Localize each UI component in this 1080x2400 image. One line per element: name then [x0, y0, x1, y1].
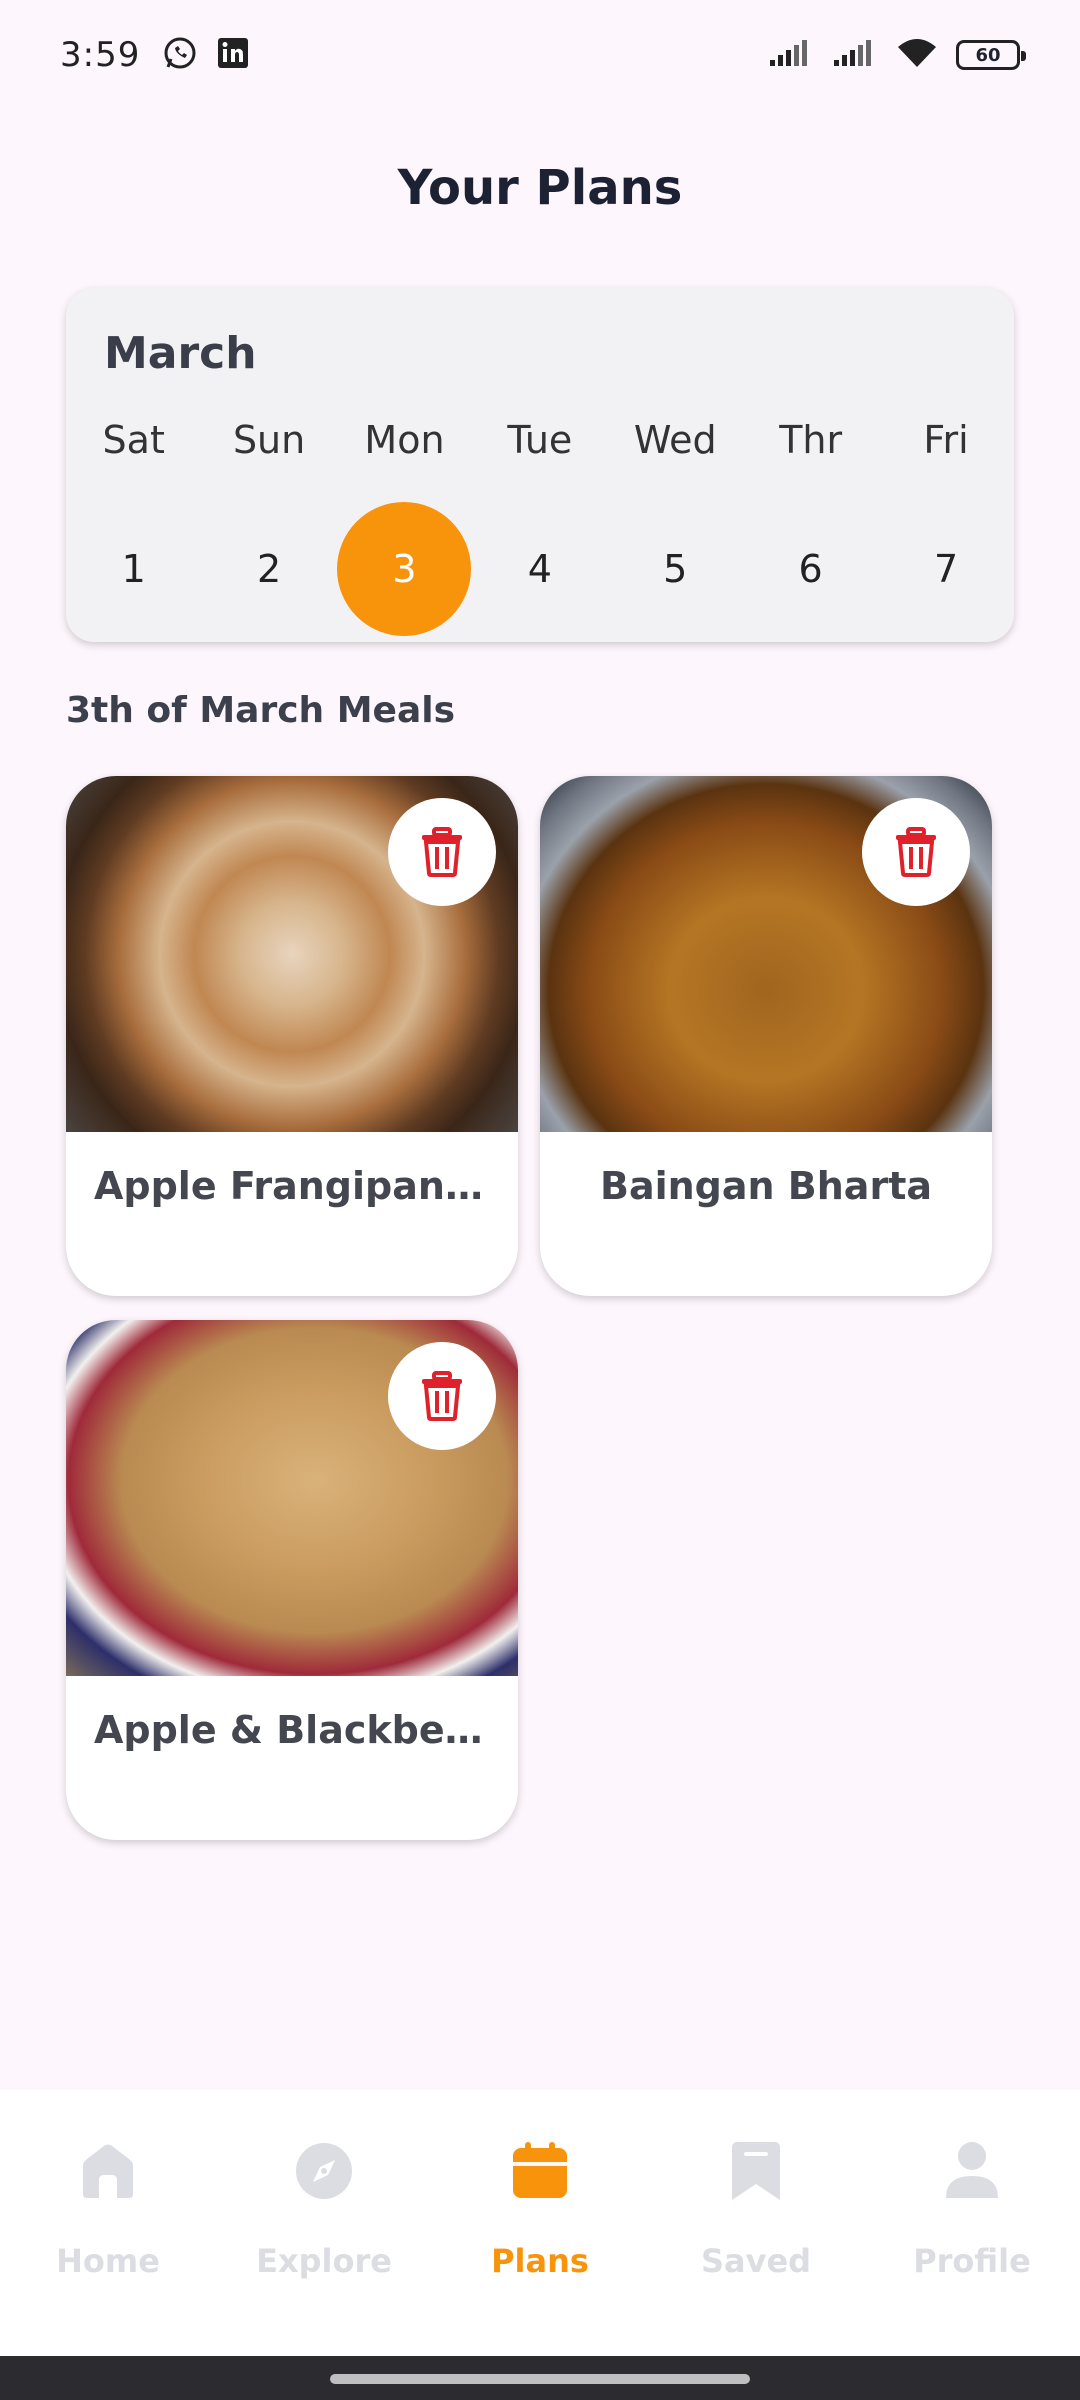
- day-name: Sat: [102, 418, 165, 462]
- meal-title: Apple & Blackberry...: [94, 1708, 518, 1752]
- delete-meal-button[interactable]: [862, 798, 970, 906]
- calendar-day-sat[interactable]: Sat 1: [66, 418, 201, 636]
- nav-label: Saved: [700, 2242, 812, 2280]
- trash-icon: [422, 1371, 462, 1421]
- day-number[interactable]: 4: [473, 502, 607, 636]
- bookmark-icon: [728, 2126, 784, 2216]
- notification-icons: [162, 35, 250, 75]
- nav-item-explore[interactable]: Explore: [216, 2090, 432, 2356]
- day-number[interactable]: 6: [744, 502, 878, 636]
- whatsapp-icon: [162, 35, 198, 75]
- day-number-selected[interactable]: 3: [337, 502, 472, 636]
- day-name: Sun: [232, 418, 306, 462]
- trash-icon: [422, 827, 462, 877]
- meal-card[interactable]: Apple & Blackberry...: [66, 1320, 518, 1840]
- day-number[interactable]: 7: [879, 502, 1013, 636]
- signal-icon: [768, 38, 814, 72]
- calendar-day-wed[interactable]: Wed 5: [608, 418, 743, 636]
- meal-image: [66, 1320, 518, 1676]
- trash-icon: [896, 827, 936, 877]
- calendar-day-fri[interactable]: Fri 7: [878, 418, 1013, 636]
- nav-label: Plans: [491, 2242, 589, 2280]
- calendar-month: March: [104, 328, 257, 379]
- person-icon: [942, 2126, 1002, 2216]
- meal-card[interactable]: Baingan Bharta: [540, 776, 992, 1296]
- day-name: Wed: [633, 418, 717, 462]
- calendar-week: Sat 1 Sun 2 Mon 3 Tue 4 Wed 5 Thr 6 Fri …: [66, 418, 1014, 636]
- day-number[interactable]: 2: [202, 502, 336, 636]
- nav-item-profile[interactable]: Profile: [864, 2090, 1080, 2356]
- meal-image: [540, 776, 992, 1132]
- signal-icon-2: [832, 38, 878, 72]
- nav-label: Home: [56, 2242, 160, 2280]
- status-time: 3:59: [60, 35, 141, 75]
- meals-heading: 3th of March Meals: [66, 690, 456, 731]
- calendar-day-tue[interactable]: Tue 4: [472, 418, 607, 636]
- nav-label: Explore: [256, 2242, 392, 2280]
- day-name: Fri: [923, 418, 969, 462]
- day-number[interactable]: 1: [67, 502, 201, 636]
- delete-meal-button[interactable]: [388, 798, 496, 906]
- status-bar: 3:59 60: [0, 0, 1080, 110]
- calendar-day-thr[interactable]: Thr 6: [743, 418, 878, 636]
- day-name: Thr: [779, 418, 843, 462]
- calendar-day-sun[interactable]: Sun 2: [201, 418, 336, 636]
- day-name: Mon: [364, 418, 445, 462]
- nav-label: Profile: [913, 2242, 1031, 2280]
- meal-card[interactable]: Apple Frangipan T...: [66, 776, 518, 1296]
- meal-title: Baingan Bharta: [599, 1164, 933, 1208]
- page-title: Your Plans: [397, 160, 683, 216]
- calendar-icon: [509, 2126, 571, 2216]
- linkedin-icon: [216, 36, 250, 74]
- wifi-icon: [896, 37, 938, 73]
- nav-item-home[interactable]: Home: [0, 2090, 216, 2356]
- system-navigation-bar: [0, 2356, 1080, 2400]
- compass-icon: [293, 2126, 355, 2216]
- home-icon: [77, 2126, 139, 2216]
- delete-meal-button[interactable]: [388, 1342, 496, 1450]
- day-number[interactable]: 5: [608, 502, 742, 636]
- day-name: Tue: [507, 418, 573, 462]
- bottom-navigation: Home Explore Plans Saved Profile: [0, 2090, 1080, 2356]
- battery-icon: 60: [956, 40, 1026, 70]
- meal-image: [66, 776, 518, 1132]
- nav-item-plans[interactable]: Plans: [432, 2090, 648, 2356]
- home-indicator[interactable]: [330, 2374, 750, 2384]
- calendar-card: March Sat 1 Sun 2 Mon 3 Tue 4 Wed 5 Thr …: [66, 288, 1014, 642]
- calendar-day-mon[interactable]: Mon 3: [337, 418, 472, 636]
- nav-item-saved[interactable]: Saved: [648, 2090, 864, 2356]
- meal-title: Apple Frangipan T...: [94, 1164, 518, 1208]
